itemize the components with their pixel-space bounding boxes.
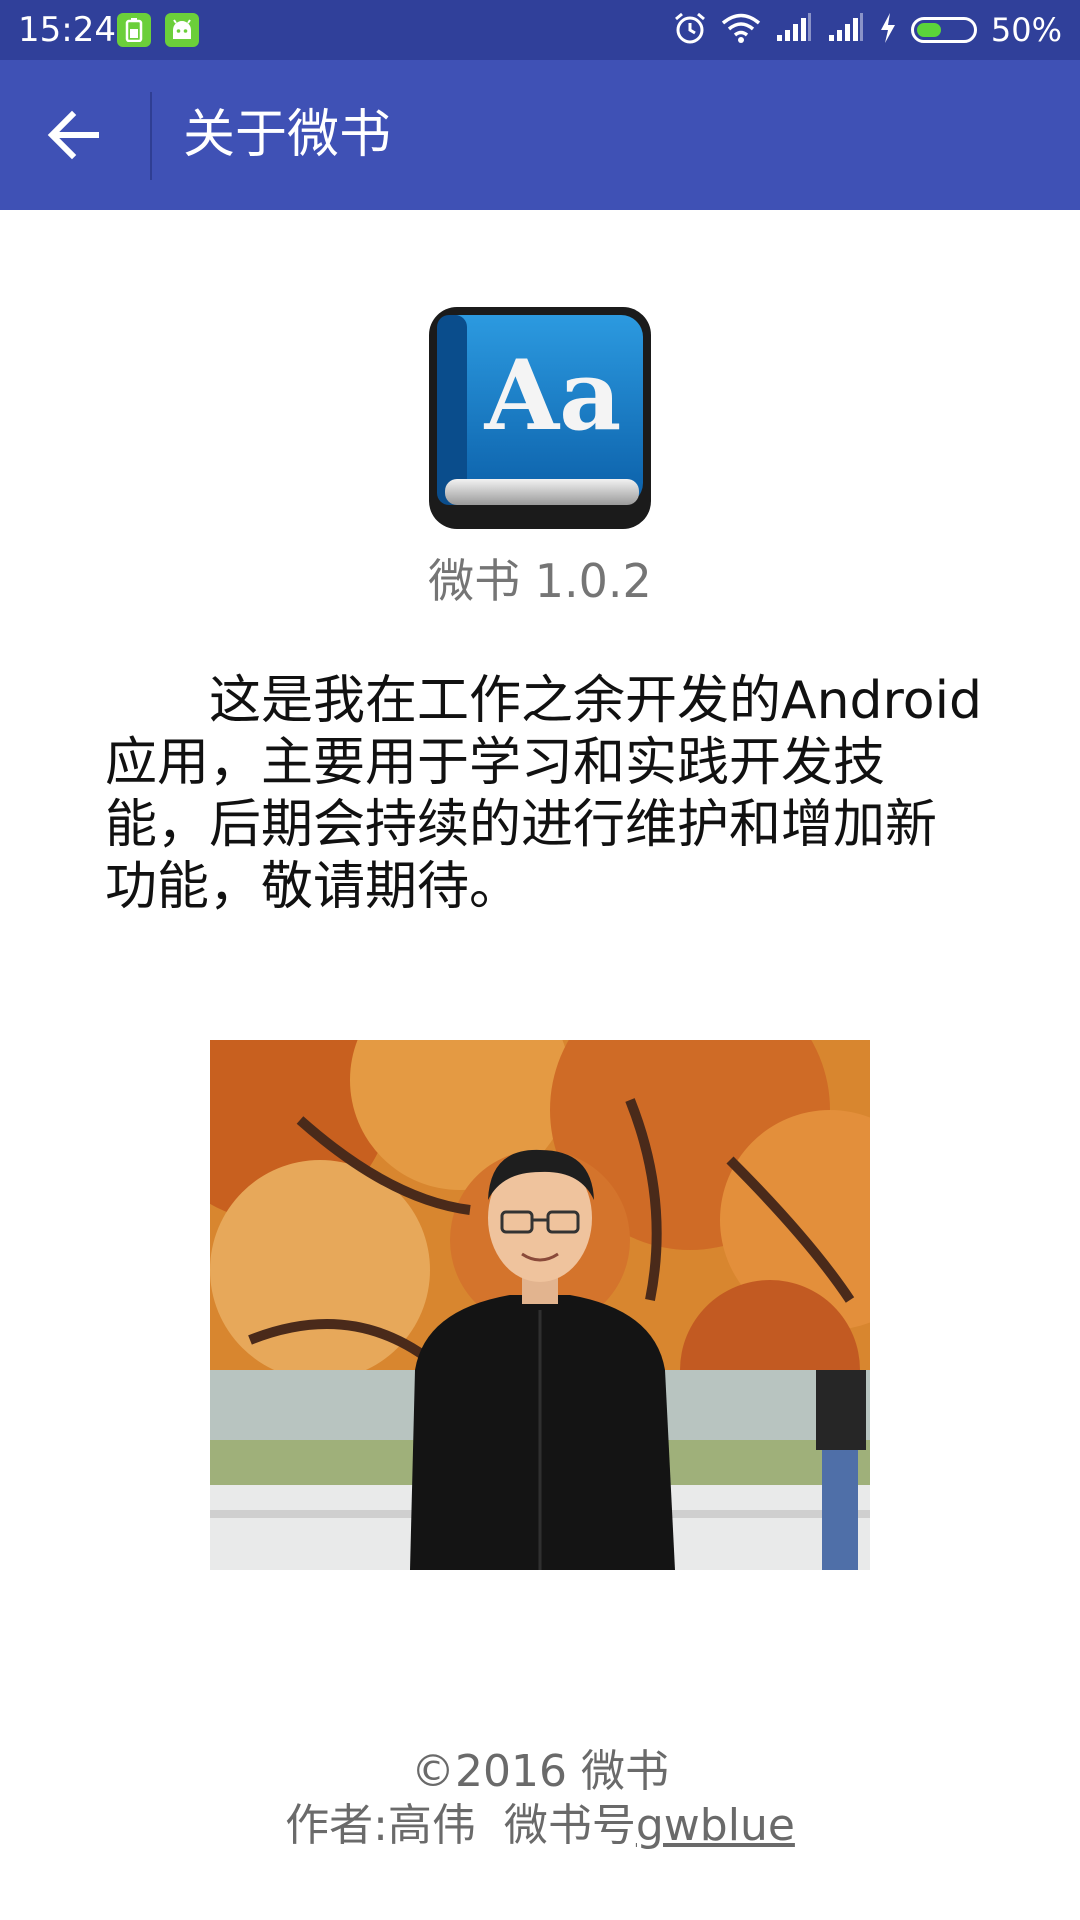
app-description: 这是我在工作之余开发的Android应用，主要用于学习和实践开发技能，后期会持续… [105, 671, 983, 917]
signal-icon [827, 13, 865, 47]
author-photo [150, 970, 940, 1570]
back-button[interactable] [28, 95, 118, 175]
app-bar: 关于微书 [0, 60, 1080, 210]
author-line: 作者:高伟 微书号gwblue [0, 1799, 1080, 1853]
author-label: 作者:高伟 微书号 [285, 1800, 636, 1851]
status-indicators: 50% [673, 8, 1062, 52]
status-time: 15:24 [18, 10, 116, 50]
battery-percent: 50% [990, 11, 1062, 49]
app-version: 微书 1.0.2 [428, 554, 652, 608]
signal-icon [775, 13, 813, 47]
page-title: 关于微书 [183, 105, 392, 165]
copyright-text: ©2016 微书 [411, 1746, 669, 1797]
charging-icon [879, 13, 897, 47]
app-icon-letters: Aa [484, 339, 622, 452]
author-link[interactable]: gwblue [636, 1800, 795, 1851]
app-bar-divider [150, 92, 152, 180]
battery-saver-icon [117, 13, 151, 47]
wifi-icon [721, 13, 761, 47]
alarm-icon [673, 11, 707, 49]
book-icon: Aa [425, 303, 655, 533]
android-icon [165, 13, 199, 47]
footer: ©2016 微书 作者:高伟 微书号gwblue [0, 1745, 1080, 1853]
battery-level [916, 23, 941, 37]
arrow-left-icon [47, 110, 99, 160]
status-bar: 15:24 50% [0, 0, 1080, 60]
battery-icon [910, 17, 977, 43]
